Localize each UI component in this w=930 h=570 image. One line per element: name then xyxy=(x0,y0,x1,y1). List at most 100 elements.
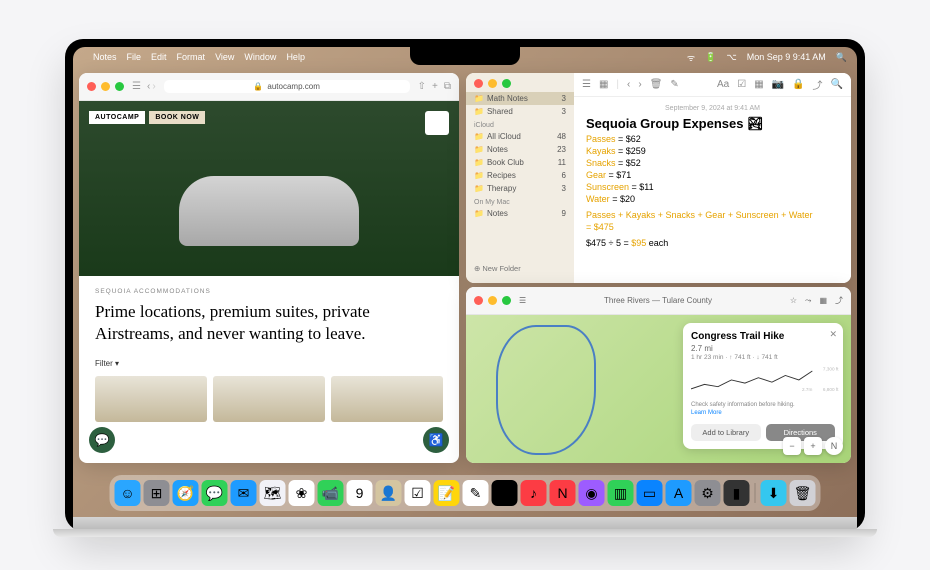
new-tab-icon[interactable]: + xyxy=(432,81,438,92)
dock-reminders[interactable]: ☑ xyxy=(405,480,431,506)
menu-file[interactable]: File xyxy=(127,52,142,62)
zoom-in-button[interactable]: + xyxy=(804,437,822,455)
dock-notes[interactable]: 📝 xyxy=(434,480,460,506)
forward-icon[interactable]: › xyxy=(152,81,155,92)
zoom-button[interactable] xyxy=(115,82,124,91)
zoom-button[interactable] xyxy=(502,296,511,305)
dock-maps[interactable]: 🗺 xyxy=(260,480,286,506)
minimize-button[interactable] xyxy=(488,296,497,305)
dock-news[interactable]: N xyxy=(550,480,576,506)
sidebar-item-local-notes[interactable]: 📁Notes9 xyxy=(466,207,574,220)
close-button[interactable] xyxy=(87,82,96,91)
forward-note-icon[interactable]: › xyxy=(638,79,641,90)
chat-button[interactable]: 💬 xyxy=(89,427,115,453)
dock-downloads[interactable]: ⬇ xyxy=(761,480,787,506)
sidebar-item-therapy[interactable]: 📁Therapy3 xyxy=(466,182,574,195)
menu-help[interactable]: Help xyxy=(286,52,305,62)
filter-dropdown[interactable]: Filter ▾ xyxy=(95,359,443,368)
spotlight-icon[interactable]: 🔍 xyxy=(836,52,847,63)
bookmark-icon[interactable]: ☆ xyxy=(790,296,797,305)
battery-icon[interactable]: 🔋 xyxy=(705,52,716,63)
sidebar-toggle-icon[interactable]: ☰ xyxy=(132,81,141,92)
note-div-expr: $475 ÷ 5 = xyxy=(586,238,631,248)
menu-edit[interactable]: Edit xyxy=(151,52,167,62)
dock-podcasts[interactable]: ◉ xyxy=(579,480,605,506)
share-icon[interactable]: ⤴ xyxy=(813,77,823,92)
delete-icon[interactable]: 🗑 xyxy=(650,79,663,90)
dock-numbers[interactable]: ▥ xyxy=(608,480,634,506)
dock-calendar[interactable]: 9 xyxy=(347,480,373,506)
book-now-button[interactable]: BOOK NOW xyxy=(149,111,205,124)
control-center-icon[interactable]: ⌥ xyxy=(726,52,736,63)
add-to-library-button[interactable]: Add to Library xyxy=(691,424,761,441)
dock-finder[interactable]: ☺ xyxy=(115,480,141,506)
sidebar-item-recipes[interactable]: 📁Recipes6 xyxy=(466,169,574,182)
hero-menu-button[interactable] xyxy=(425,111,449,135)
table-icon[interactable]: ▦ xyxy=(754,79,763,90)
tabs-icon[interactable]: ⧉ xyxy=(444,81,451,92)
listing-thumb[interactable] xyxy=(95,376,207,422)
dock-iphone-mirror[interactable]: ▮ xyxy=(724,480,750,506)
brand-chip[interactable]: AUTOCAMP xyxy=(89,111,145,124)
dock-tv[interactable]: tv xyxy=(492,480,518,506)
menu-format[interactable]: Format xyxy=(177,52,206,62)
zoom-button[interactable] xyxy=(502,79,511,88)
note-content[interactable]: September 9, 2024 at 9:41 AM Sequoia Gro… xyxy=(574,97,851,256)
menu-window[interactable]: Window xyxy=(244,52,276,62)
app-menu[interactable]: Notes xyxy=(93,52,117,62)
close-icon[interactable]: ✕ xyxy=(829,329,837,340)
back-note-icon[interactable]: ‹ xyxy=(627,79,630,90)
lock-icon[interactable]: 🔒 xyxy=(792,79,804,90)
dock-appstore[interactable]: A xyxy=(666,480,692,506)
compass-button[interactable]: N xyxy=(825,437,843,455)
note-sum-expr: Passes + Kayaks + Snacks + Gear + Sunscr… xyxy=(586,210,813,220)
dock-freeform[interactable]: ✎ xyxy=(463,480,489,506)
wifi-icon[interactable]: ᯤ xyxy=(687,51,695,64)
media-icon[interactable]: 📷 xyxy=(772,79,784,90)
dock-launchpad[interactable]: ⊞ xyxy=(144,480,170,506)
dock-music[interactable]: ♪ xyxy=(521,480,547,506)
sidebar-item-math-notes[interactable]: 📁Math Notes3 xyxy=(466,92,574,105)
share-icon[interactable]: ⇧ xyxy=(418,81,426,92)
view-list-icon[interactable]: ☰ xyxy=(582,79,591,90)
new-folder-button[interactable]: ⊕ New Folder xyxy=(466,260,574,277)
dock-messages[interactable]: 💬 xyxy=(202,480,228,506)
minimize-button[interactable] xyxy=(101,82,110,91)
dock-settings[interactable]: ⚙ xyxy=(695,480,721,506)
map-mode-icon[interactable]: ▦ xyxy=(819,296,827,305)
menubar-clock[interactable]: Mon Sep 9 9:41 AM xyxy=(747,52,826,62)
learn-more-link[interactable]: Learn More xyxy=(691,410,722,416)
share-icon[interactable]: ⤴ xyxy=(835,295,843,306)
dock-keynote[interactable]: ▭ xyxy=(637,480,663,506)
menu-view[interactable]: View xyxy=(215,52,234,62)
map-canvas[interactable]: ✕ Congress Trail Hike 2.7 mi 1 hr 23 min… xyxy=(466,315,851,463)
listing-thumb[interactable] xyxy=(331,376,443,422)
zoom-out-button[interactable]: − xyxy=(783,437,801,455)
accessibility-button[interactable]: ♿ xyxy=(423,427,449,453)
sidebar-item-all-icloud[interactable]: 📁All iCloud48 xyxy=(466,130,574,143)
compose-icon[interactable]: ✎ xyxy=(670,79,678,90)
sidebar-icon[interactable]: ☰ xyxy=(519,296,526,305)
view-grid-icon[interactable]: ▦ xyxy=(599,79,608,90)
listing-thumb[interactable] xyxy=(213,376,325,422)
checklist-icon[interactable]: ☑ xyxy=(737,79,746,90)
dock-contacts[interactable]: 👤 xyxy=(376,480,402,506)
sidebar-item-book-club[interactable]: 📁Book Club11 xyxy=(466,156,574,169)
sidebar-item-notes[interactable]: 📁Notes23 xyxy=(466,143,574,156)
dock-trash[interactable]: 🗑 xyxy=(790,480,816,506)
expense-val: = $71 xyxy=(609,170,632,180)
dock-mail[interactable]: ✉ xyxy=(231,480,257,506)
maps-location[interactable]: Three Rivers — Tulare County xyxy=(534,296,782,305)
close-button[interactable] xyxy=(474,296,483,305)
close-button[interactable] xyxy=(474,79,483,88)
route-icon[interactable]: ⤳ xyxy=(805,296,811,306)
dock-facetime[interactable]: 📹 xyxy=(318,480,344,506)
url-field[interactable]: 🔒 autocamp.com xyxy=(164,80,410,93)
dock-safari[interactable]: 🧭 xyxy=(173,480,199,506)
format-icon[interactable]: Aa xyxy=(717,79,729,90)
dock-photos[interactable]: ❀ xyxy=(289,480,315,506)
back-icon[interactable]: ‹ xyxy=(147,81,150,92)
minimize-button[interactable] xyxy=(488,79,497,88)
search-icon[interactable]: 🔍 xyxy=(831,79,843,90)
sidebar-item-shared[interactable]: 📁Shared3 xyxy=(466,105,574,118)
